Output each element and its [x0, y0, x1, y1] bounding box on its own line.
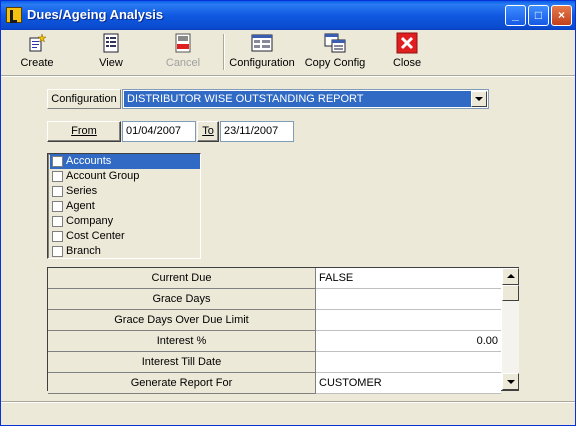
list-item-label: Account Group — [66, 170, 140, 182]
from-button-label: From — [71, 125, 97, 137]
cancel-button[interactable]: Cancel — [161, 32, 205, 72]
property-value[interactable] — [316, 352, 501, 373]
configuration-select[interactable]: DISTRIBUTOR WISE OUTSTANDING REPORT — [122, 89, 489, 109]
property-value[interactable] — [316, 289, 501, 310]
view-button[interactable]: View — [91, 32, 131, 72]
property-name: Interest % — [48, 331, 316, 352]
toolbar: Create View Cancel Configuration Copy Co… — [1, 30, 575, 74]
list-item-label: Accounts — [66, 155, 112, 167]
property-value[interactable] — [316, 310, 501, 331]
window-title: Dues/Ageing Analysis — [27, 7, 164, 22]
cancel-label: Cancel — [165, 57, 201, 69]
to-button[interactable]: To — [197, 121, 219, 142]
checkbox[interactable] — [52, 216, 63, 227]
vertical-scrollbar[interactable] — [502, 268, 519, 390]
list-item-branch[interactable]: Branch — [50, 244, 200, 259]
list-item-label: Company — [66, 215, 114, 227]
list-item-accounts[interactable]: Accounts — [50, 154, 200, 169]
list-item-series[interactable]: Series — [50, 184, 200, 199]
list-item-label: Cost Center — [66, 230, 125, 242]
to-date-input[interactable]: 23/11/2007 — [220, 121, 294, 142]
close-icon — [396, 32, 418, 54]
table-row: Generate Report For CUSTOMER — [48, 373, 501, 394]
list-item-account-group[interactable]: Account Group — [50, 169, 200, 184]
configuration-label: Configuration — [229, 57, 295, 69]
scroll-thumb[interactable] — [502, 285, 519, 301]
property-value[interactable]: CUSTOMER — [316, 373, 501, 394]
view-icon — [103, 33, 119, 53]
from-button[interactable]: From — [47, 121, 121, 142]
list-item-label: Series — [66, 185, 98, 197]
title-bar[interactable]: Dues/Ageing Analysis _ □ × — [1, 1, 575, 30]
to-button-label: To — [202, 125, 214, 137]
table-row: Interest Till Date — [48, 352, 501, 373]
group-by-list[interactable]: Accounts Account Group Series Agent Comp… — [47, 153, 201, 259]
close-button[interactable]: Close — [387, 32, 427, 72]
scroll-up-icon[interactable] — [502, 268, 519, 285]
configuration-field-label: Configuration — [47, 89, 121, 109]
copy-config-label: Copy Config — [304, 57, 366, 69]
property-name: Grace Days Over Due Limit — [48, 310, 316, 331]
create-label: Create — [20, 57, 54, 69]
scroll-down-icon[interactable] — [502, 373, 519, 390]
property-value[interactable]: FALSE — [316, 268, 501, 289]
property-grid: Current Due FALSE Grace Days Grace Days … — [47, 267, 519, 394]
close-label: Close — [392, 57, 422, 69]
dues-ageing-window: Dues/Ageing Analysis _ □ × Create View C… — [0, 0, 576, 426]
list-item-label: Branch — [66, 245, 101, 257]
copy-config-icon — [324, 33, 346, 53]
property-name: Interest Till Date — [48, 352, 316, 373]
status-divider — [1, 401, 575, 403]
table-row: Grace Days Over Due Limit — [48, 310, 501, 331]
property-value[interactable]: 0.00 — [316, 331, 501, 352]
configuration-selected-value: DISTRIBUTOR WISE OUTSTANDING REPORT — [124, 91, 471, 107]
app-icon — [6, 7, 22, 23]
chevron-down-icon[interactable] — [471, 91, 487, 107]
close-x-icon: × — [557, 8, 565, 22]
toolbar-divider — [1, 75, 575, 77]
table-row: Grace Days — [48, 289, 501, 310]
checkbox[interactable] — [52, 156, 63, 167]
property-name: Grace Days — [48, 289, 316, 310]
stop-icon — [175, 33, 191, 53]
minimize-icon: _ — [512, 8, 519, 22]
checkbox[interactable] — [52, 246, 63, 257]
checkbox[interactable] — [52, 171, 63, 182]
maximize-icon: □ — [534, 8, 543, 22]
table-row: Interest % 0.00 — [48, 331, 501, 352]
checkbox[interactable] — [52, 186, 63, 197]
list-item-cost-center[interactable]: Cost Center — [50, 229, 200, 244]
property-name: Current Due — [48, 268, 316, 289]
checkbox[interactable] — [52, 201, 63, 212]
list-item-agent[interactable]: Agent — [50, 199, 200, 214]
list-item-label: Agent — [66, 200, 95, 212]
from-date-input[interactable]: 01/04/2007 — [122, 121, 196, 142]
maximize-button[interactable]: □ — [528, 5, 549, 26]
configuration-button[interactable]: Configuration — [229, 32, 295, 72]
toolbar-separator — [223, 34, 225, 70]
table-row: Current Due FALSE — [48, 268, 501, 289]
list-item-company[interactable]: Company — [50, 214, 200, 229]
property-name: Generate Report For — [48, 373, 316, 394]
view-label: View — [99, 57, 123, 69]
create-button[interactable]: Create — [15, 32, 59, 72]
checkbox[interactable] — [52, 231, 63, 242]
copy-config-button[interactable]: Copy Config — [303, 32, 367, 72]
window-close-button[interactable]: × — [551, 5, 572, 26]
create-icon — [29, 33, 47, 52]
configuration-icon — [251, 34, 273, 52]
minimize-button[interactable]: _ — [505, 5, 526, 26]
